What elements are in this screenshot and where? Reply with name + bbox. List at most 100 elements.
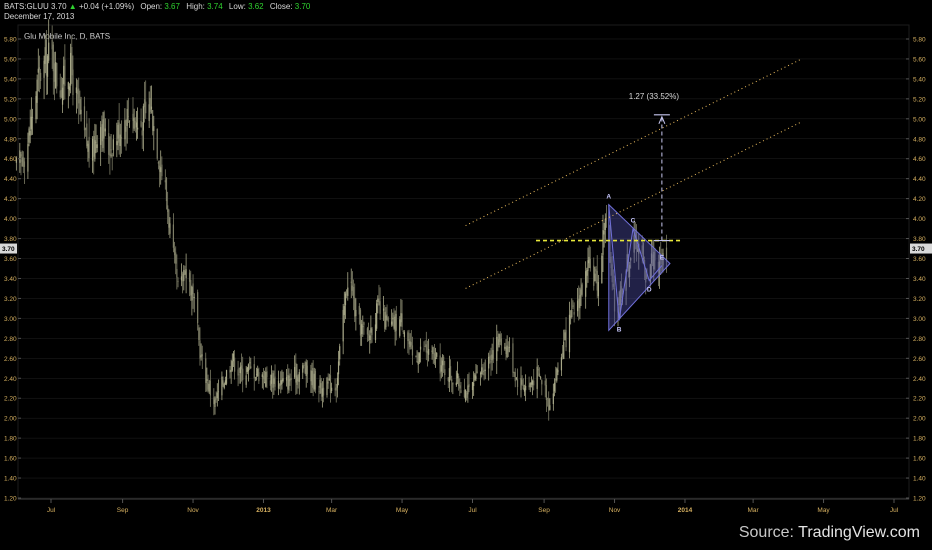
candle-body [474,374,476,381]
candle-body [209,380,211,396]
candle-body [22,157,24,167]
candle-body [72,69,74,96]
candle-body [254,377,256,379]
candle-body [304,368,306,373]
candle-body [156,128,158,159]
candle-body [280,380,282,385]
candle-body [214,399,216,408]
candle-body [366,328,369,335]
candle-body [350,281,352,283]
candle-body [459,385,461,389]
candle-body [464,389,467,401]
candle-body [423,348,425,350]
y-tick-label: 5.20 [913,96,926,103]
candle-body [440,365,442,372]
candle-body [484,369,486,371]
candle-body [596,270,598,291]
candle-body [102,119,104,149]
candle-body [425,344,427,353]
candle-body [94,140,96,159]
candle-body [141,130,143,136]
candle-body [369,335,371,340]
candle-body [385,315,387,328]
candle-body [21,160,23,162]
y-tick-label: 4.40 [913,176,926,183]
candle-body [191,286,193,301]
candle-body [504,346,506,349]
candle-body [152,110,154,131]
candle-body [489,355,491,360]
candle-body [221,376,223,396]
candle-body [38,67,41,70]
candle-body [208,383,210,392]
candle-body [586,269,588,276]
candle-body [51,40,53,50]
candle-body [371,328,373,335]
y-tick-label: 3.40 [913,276,926,283]
candle-body [311,371,313,386]
candle-body [175,252,177,264]
candle-body [192,283,194,295]
candle-body [441,360,444,366]
candle-body [132,113,134,121]
candle-body [294,367,296,378]
candle-body [556,368,558,381]
y-tick-label: 1.60 [913,456,926,463]
candle-body [56,63,58,87]
candle-body [140,120,142,127]
candle-body [55,62,57,89]
y-tick-label: 5.80 [913,36,926,43]
candle-body [184,271,186,275]
candle-body [434,357,437,359]
x-tick-label: Sep [538,507,550,514]
candle-body [306,365,308,375]
candle-body [428,349,430,355]
candle-body [80,109,82,115]
candle-body [456,373,459,379]
last-price-tag-label: 3.70 [912,246,925,253]
candle-body [588,256,590,264]
candle-body [215,397,217,400]
candle-body [467,385,469,395]
candle-body [143,99,146,108]
candle-body [571,309,573,318]
candle-body [205,358,207,384]
candle-body [578,298,580,308]
candle-body [217,391,220,393]
candle-body [111,154,113,157]
candle-body [137,127,139,130]
candle-body [513,372,515,374]
candle-body [492,350,494,360]
y-tick-label: 4.00 [913,216,926,223]
candle-body [158,165,161,172]
candle-body [135,122,138,128]
candle-body [416,361,418,362]
candle-body [43,60,45,78]
price-chart[interactable]: Glu Mobile Inc, D, BATS A B C D E 1.27 (33.52… [0,0,932,550]
candle-body [418,353,420,363]
candle-body [520,378,522,391]
y-tick-label: 5.60 [4,56,17,63]
candle-body [432,347,434,355]
candle-body [522,384,524,390]
pattern-point-label: B [617,326,622,333]
candle-body [329,375,332,394]
y-tick-label: 3.20 [4,296,17,303]
candle-body [230,370,232,373]
candle-body [411,345,414,356]
y-tick-label: 5.60 [913,56,926,63]
source-brand: TradingView.com [798,524,920,541]
candle-body [561,352,564,357]
candle-body [91,138,94,161]
candle-body [354,297,356,317]
candle-body [60,89,62,98]
y-tick-label: 2.20 [4,396,17,403]
candle-body [528,385,530,387]
candle-body [471,382,474,391]
candle-body [28,128,30,143]
candle-body [101,124,103,142]
candle-body [45,39,47,76]
candle-body [270,374,273,384]
y-tick-label: 5.40 [4,76,17,83]
candle-body [419,346,422,350]
